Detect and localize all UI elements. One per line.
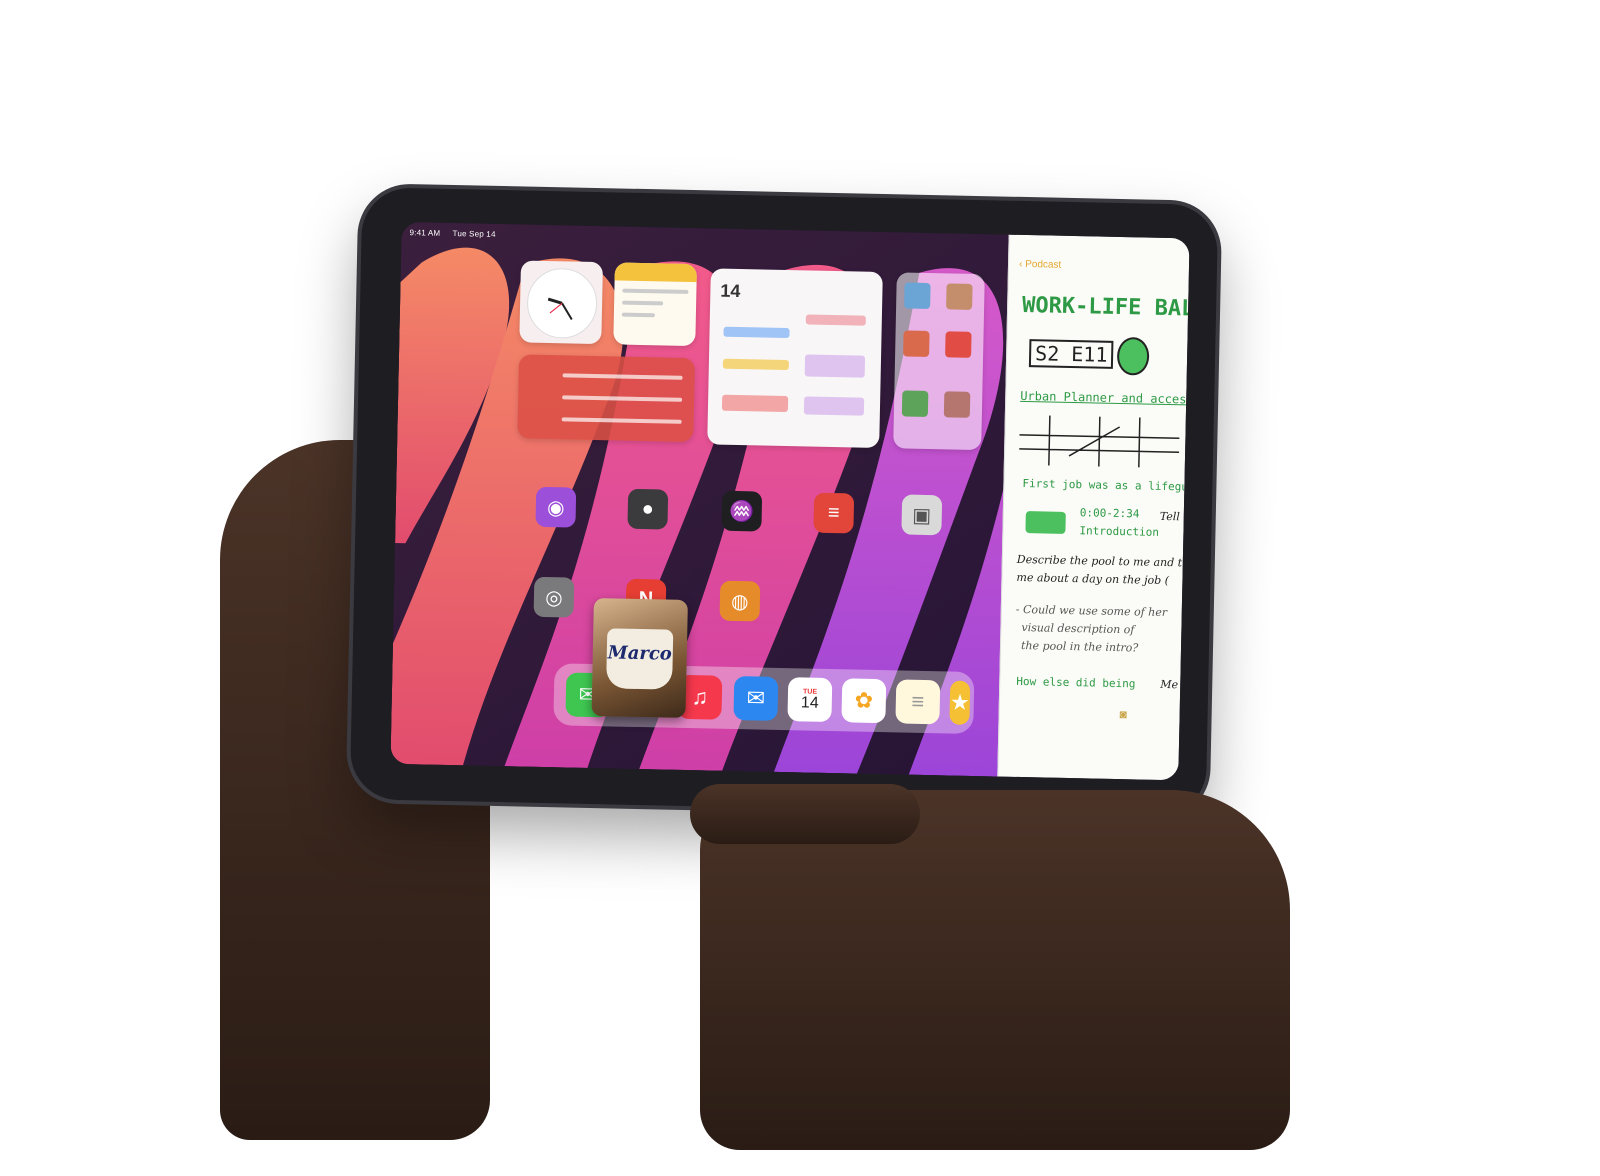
contacts-icon[interactable]: ▣ [901, 494, 943, 536]
clock-icon [526, 267, 598, 340]
notes-widget-line [621, 312, 655, 318]
note-prompt-2: me about a day on the job ( [1016, 570, 1170, 588]
portrait-sketch [1116, 336, 1150, 376]
voice-memos-icon[interactable]: ● [627, 488, 669, 530]
photos-icon[interactable]: ✿ [841, 678, 887, 724]
app-library-icon[interactable]: ★ [949, 680, 971, 725]
ipad-mini: 9:41 AM Tue Sep 14 14 ◉ ● ♒ ≡ ▣ ◎ ◍ ✉ ♫ … [349, 187, 1219, 817]
slider-track[interactable] [561, 417, 682, 424]
timestamp-label: Introduction [1079, 524, 1160, 539]
calendar-icon-date: 14 [800, 693, 819, 712]
notes-icon[interactable]: ≡ [895, 679, 941, 725]
photo-thumbnail [904, 282, 931, 310]
right-hand-index-finger [690, 784, 920, 844]
photo-thumbnail [901, 390, 929, 417]
podcasts-icon[interactable]: ◉ [535, 486, 577, 528]
map-sketch [1019, 415, 1180, 468]
photo-thumbnail [945, 331, 972, 358]
calendar-event [723, 326, 790, 339]
right-hand [700, 790, 1290, 1150]
photos-widget[interactable] [893, 272, 985, 451]
calendar-event [722, 358, 789, 371]
note-side-text-2: Me [1160, 677, 1179, 692]
calendar-event [805, 314, 866, 326]
episode-tag: S2 E11 [1028, 339, 1114, 369]
photo-thumbnail [903, 330, 930, 358]
slider-track[interactable] [562, 395, 683, 402]
note-comment-1: - Could we use some of her [1015, 602, 1168, 620]
photo-thumbnail [943, 391, 971, 418]
back-button[interactable]: ‹ Podcast [1019, 259, 1061, 271]
calendar-icon[interactable]: TUE 14 [787, 677, 833, 723]
overcast-icon[interactable]: ◍ [719, 580, 761, 622]
calendar-widget[interactable]: 14 [707, 268, 883, 448]
play-audio-icon[interactable] [1025, 511, 1066, 534]
camera-icon[interactable]: ◙ [1119, 707, 1127, 721]
note-prompt-1: Describe the pool to me and t [1016, 552, 1183, 570]
picture-in-picture-video[interactable]: Marco [591, 598, 688, 718]
calendar-widget-day: 14 [720, 280, 741, 302]
mail-icon[interactable]: ✉ [733, 675, 779, 721]
status-time: 9:41 AM [409, 228, 441, 238]
product-photo: 9:41 AM Tue Sep 14 14 ◉ ● ♒ ≡ ▣ ◎ ◍ ✉ ♫ … [0, 0, 1600, 1176]
note-side-text: Tell [1159, 509, 1180, 524]
slider-track[interactable] [562, 373, 683, 380]
note-title: WORK-LIFE BALAN [1021, 292, 1190, 323]
notes-slide-over[interactable]: ‹ Podcast WORK-LIFE BALAN S2 E11 Urban P… [997, 234, 1190, 781]
note-line-1: First job was as a lifeguard [1022, 476, 1190, 494]
note-subtitle: Urban Planner and accessibl [1020, 388, 1190, 408]
calendar-event [721, 394, 789, 413]
calendar-event [803, 396, 865, 416]
calendar-event [804, 354, 866, 378]
notes-widget[interactable] [613, 262, 697, 347]
pip-logo-text: Marco [607, 642, 673, 665]
back-label: Podcast [1025, 258, 1062, 271]
smart-home-widget[interactable] [517, 354, 695, 443]
note-comment-2: visual description of [1021, 621, 1135, 637]
camera-icon[interactable]: ◎ [533, 576, 575, 618]
clock-widget[interactable] [519, 260, 603, 345]
timestamp: 0:00-2:34 [1079, 506, 1140, 521]
notes-widget-line [622, 288, 689, 294]
status-date: Tue Sep 14 [452, 229, 496, 239]
note-question: How else did being [1016, 674, 1136, 691]
photo-thumbnail [946, 283, 973, 310]
voice-waveform-icon[interactable]: ♒ [721, 490, 763, 532]
notes-widget-line [622, 300, 664, 306]
notes-widget-header [614, 262, 697, 283]
ipad-screen: 9:41 AM Tue Sep 14 14 ◉ ● ♒ ≡ ▣ ◎ ◍ ✉ ♫ … [390, 221, 1190, 781]
todoist-icon[interactable]: ≡ [813, 492, 855, 534]
note-comment-3: the pool in the intro? [1020, 638, 1139, 655]
